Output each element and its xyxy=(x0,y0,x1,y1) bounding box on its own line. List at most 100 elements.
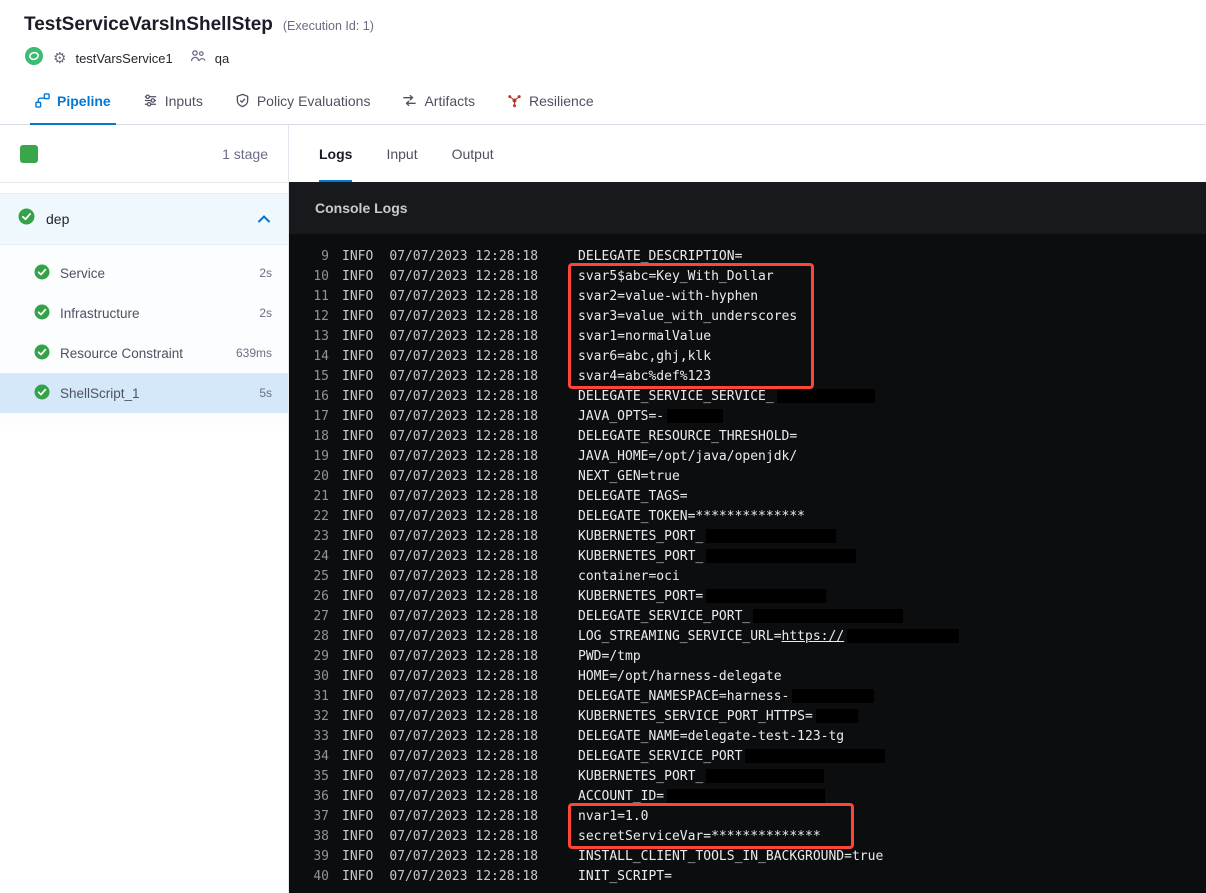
step-item-shellscript_1[interactable]: ShellScript_1 5s xyxy=(0,373,288,413)
log-level: INFO xyxy=(342,748,374,764)
log-level: INFO xyxy=(342,648,374,664)
log-level: INFO xyxy=(342,668,374,684)
log-timestamp: 07/07/2023 12:28:18 xyxy=(389,748,539,764)
log-timestamp: 07/07/2023 12:28:18 xyxy=(389,348,539,364)
console-header: Console Logs xyxy=(289,182,1206,234)
step-item-resource-constraint[interactable]: Resource Constraint 639ms xyxy=(0,333,288,373)
log-message: KUBERNETES_PORT_ xyxy=(578,768,704,784)
tab-inputs[interactable]: Inputs xyxy=(130,77,216,124)
log-row: 37 INFO 07/07/2023 12:28:18 nvar1=1.0 xyxy=(289,806,1206,826)
chevron-up-icon[interactable] xyxy=(258,210,270,228)
log-row: 19 INFO 07/07/2023 12:28:18 JAVA_HOME=/opt/… xyxy=(289,446,1206,466)
execution-sidebar: 1 stage dep Service 2s Infrastructure 2s Res… xyxy=(0,125,289,893)
console-log-area[interactable]: 9 INFO 07/07/2023 12:28:18 DELEGATE_DESCRIP… xyxy=(289,234,1206,893)
tab-artifacts[interactable]: Artifacts xyxy=(389,77,488,124)
log-line-number: 18 xyxy=(313,428,329,444)
log-message: secretServiceVar=************** xyxy=(578,828,821,844)
tab-resilience[interactable]: Resilience xyxy=(494,77,607,124)
log-line-number: 16 xyxy=(313,388,329,404)
log-timestamp: 07/07/2023 12:28:18 xyxy=(389,668,539,684)
log-line-number: 32 xyxy=(313,708,329,724)
policy-evaluations-icon xyxy=(235,93,250,108)
log-line-number: 27 xyxy=(313,608,329,624)
stage-name: dep xyxy=(46,211,70,227)
environment-icon xyxy=(190,49,206,68)
log-row: 21 INFO 07/07/2023 12:28:18 DELEGATE_TAGS= xyxy=(289,486,1206,506)
log-link[interactable]: https:// xyxy=(782,629,845,644)
log-message: svar3=value_with_underscores xyxy=(578,308,798,324)
environment-name: qa xyxy=(214,51,230,66)
log-row: 14 INFO 07/07/2023 12:28:18 svar6=abc,ghj,k… xyxy=(289,346,1206,366)
log-message: svar6=abc,ghj,klk xyxy=(578,348,712,364)
log-timestamp: 07/07/2023 12:28:18 xyxy=(389,468,539,484)
log-line-number: 35 xyxy=(313,768,329,784)
log-line-number: 39 xyxy=(313,848,329,864)
log-line-number: 19 xyxy=(313,448,329,464)
log-row: 20 INFO 07/07/2023 12:28:18 NEXT_GEN=true xyxy=(289,466,1206,486)
log-timestamp: 07/07/2023 12:28:18 xyxy=(389,688,539,704)
log-line-number: 9 xyxy=(321,248,329,264)
log-message: KUBERNETES_PORT= xyxy=(578,588,704,604)
log-level: INFO xyxy=(342,368,374,384)
log-timestamp: 07/07/2023 12:28:18 xyxy=(389,408,539,424)
log-line-number: 17 xyxy=(313,408,329,424)
artifacts-icon xyxy=(402,93,417,108)
log-row: 9 INFO 07/07/2023 12:28:18 DELEGATE_DESCRIP… xyxy=(289,246,1206,266)
log-level: INFO xyxy=(342,268,374,284)
log-row: 12 INFO 07/07/2023 12:28:18 svar3=value_wit… xyxy=(289,306,1206,326)
log-line-number: 15 xyxy=(313,368,329,384)
log-level: INFO xyxy=(342,288,374,304)
log-timestamp: 07/07/2023 12:28:18 xyxy=(389,868,539,884)
log-tab-output[interactable]: Output xyxy=(452,125,494,182)
log-timestamp: 07/07/2023 12:28:18 xyxy=(389,568,539,584)
tab-label: Inputs xyxy=(164,92,203,109)
step-name: Service xyxy=(60,265,106,281)
step-duration: 639ms xyxy=(235,346,272,360)
redacted-text xyxy=(815,709,858,723)
tab-pipeline[interactable]: Pipeline xyxy=(22,77,124,125)
redacted-text xyxy=(706,769,825,783)
redacted-text xyxy=(753,609,904,623)
step-item-service[interactable]: Service 2s xyxy=(0,253,288,293)
log-line-number: 33 xyxy=(313,728,329,744)
log-level: INFO xyxy=(342,848,374,864)
log-tabs: Logs Input Output xyxy=(289,125,1206,182)
step-duration: 2s xyxy=(259,266,272,280)
log-timestamp: 07/07/2023 12:28:18 xyxy=(389,428,539,444)
log-tab-input[interactable]: Input xyxy=(386,125,417,182)
tab-label: Resilience xyxy=(529,92,594,109)
tab-label: Pipeline xyxy=(57,92,111,109)
tab-label: Artifacts xyxy=(424,92,476,109)
log-level: INFO xyxy=(342,568,374,584)
execution-header: TestServiceVarsInShellStep (Execution Id… xyxy=(0,0,1206,77)
log-row: 32 INFO 07/07/2023 12:28:18 KUBERNETES_SERV… xyxy=(289,706,1206,726)
tab-policy-evaluations[interactable]: Policy Evaluations xyxy=(222,77,384,124)
log-level: INFO xyxy=(342,468,374,484)
log-tab-logs[interactable]: Logs xyxy=(319,125,353,182)
log-timestamp: 07/07/2023 12:28:18 xyxy=(389,708,539,724)
resilience-icon xyxy=(507,93,522,108)
redacted-text xyxy=(745,749,886,763)
log-line-number: 23 xyxy=(313,528,329,544)
log-timestamp: 07/07/2023 12:28:18 xyxy=(389,488,539,504)
log-timestamp: 07/07/2023 12:28:18 xyxy=(389,768,539,784)
step-list: Service 2s Infrastructure 2s Resource Constr… xyxy=(0,245,288,425)
stage-status-icon xyxy=(20,144,38,163)
log-timestamp: 07/07/2023 12:28:18 xyxy=(389,848,539,864)
log-timestamp: 07/07/2023 12:28:18 xyxy=(389,728,539,744)
log-message: PWD=/tmp xyxy=(578,648,641,664)
stage-count: 1 stage xyxy=(222,145,268,162)
log-message: nvar1=1.0 xyxy=(578,808,649,824)
log-message: DELEGATE_TAGS= xyxy=(578,488,688,504)
log-message: DELEGATE_SERVICE_PORT_ xyxy=(578,608,751,624)
redacted-text xyxy=(706,549,857,563)
log-message: DELEGATE_SERVICE_PORT xyxy=(578,748,743,764)
log-row: 15 INFO 07/07/2023 12:28:18 svar4=abc%def%1… xyxy=(289,366,1206,386)
step-item-infrastructure[interactable]: Infrastructure 2s xyxy=(0,293,288,333)
log-message: DELEGATE_TOKEN=************** xyxy=(578,508,806,524)
log-timestamp: 07/07/2023 12:28:18 xyxy=(389,828,539,844)
stage-item-dep[interactable]: dep xyxy=(0,193,288,245)
log-main-panel: Logs Input Output Console Logs 9 INFO 07/07/… xyxy=(289,125,1206,893)
service-icon xyxy=(24,46,44,71)
log-message: svar2=value-with-hyphen xyxy=(578,288,759,304)
